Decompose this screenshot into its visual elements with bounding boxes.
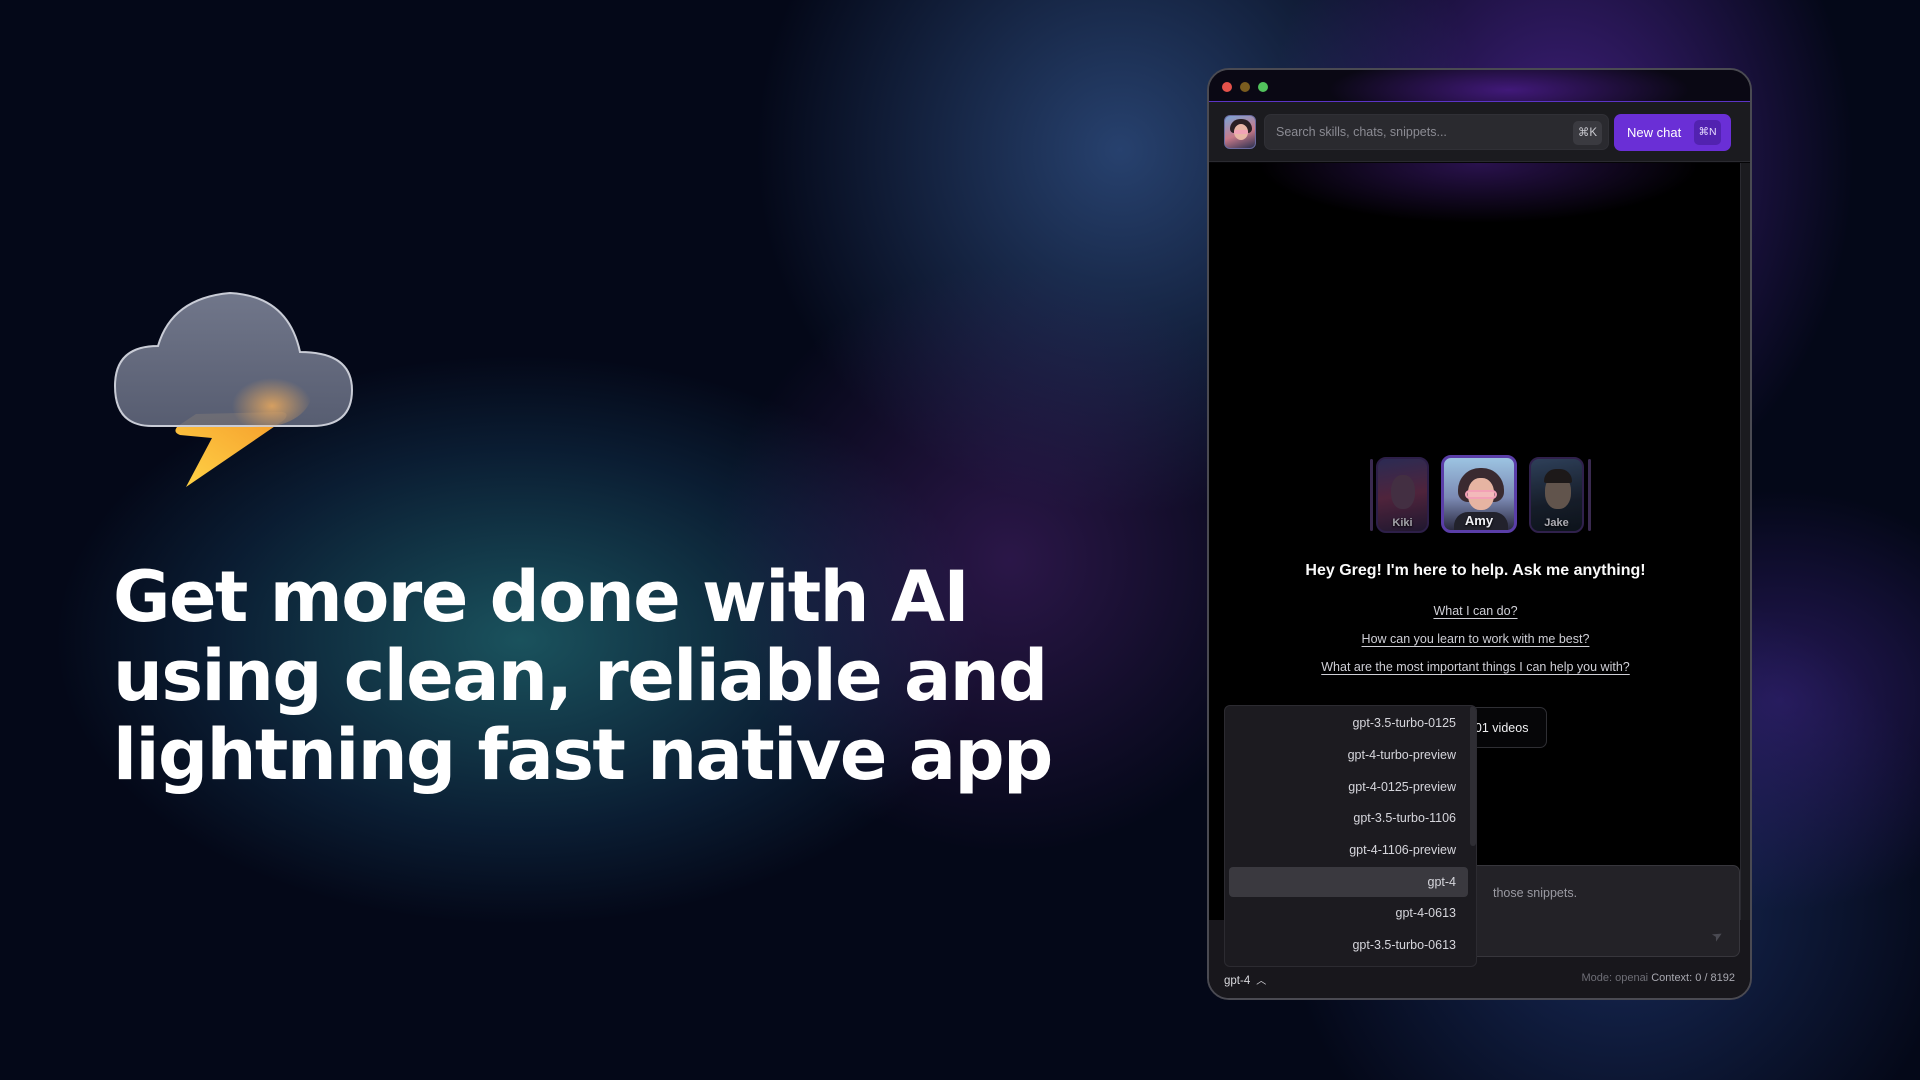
- suggestion-link[interactable]: How can you learn to work with me best?: [1362, 632, 1590, 646]
- suggestion-link[interactable]: What I can do?: [1433, 604, 1517, 618]
- assistant-jake[interactable]: Jake: [1529, 457, 1584, 533]
- assistant-name: Amy: [1464, 513, 1494, 528]
- message-input-text: those snippets.: [1493, 886, 1578, 900]
- headline-line: using clean, reliable and: [113, 635, 1048, 717]
- new-chat-label: New chat: [1627, 125, 1682, 140]
- main-scrollbar[interactable]: [1740, 163, 1750, 920]
- assistant-kiki[interactable]: Kiki: [1376, 457, 1429, 533]
- send-icon[interactable]: ➤: [1709, 926, 1726, 945]
- model-option[interactable]: gpt-4-0613: [1229, 898, 1468, 928]
- suggestion-link[interactable]: What are the most important things I can…: [1321, 660, 1630, 674]
- assistant-carousel: Kiki Amy Jake: [1209, 455, 1742, 535]
- maximize-window-button[interactable]: [1258, 82, 1268, 92]
- status-readout: Mode: openai Context: 0 / 8192: [1581, 972, 1735, 984]
- model-option[interactable]: gpt-4-0125-preview: [1229, 772, 1468, 802]
- search-input[interactable]: Search skills, chats, snippets... ⌘K: [1264, 114, 1609, 150]
- assistant-peek[interactable]: [1370, 459, 1373, 531]
- mode-value: openai: [1615, 972, 1649, 984]
- context-label: Context:: [1651, 972, 1693, 984]
- assistant-name: Jake: [1544, 517, 1569, 529]
- dropdown-scrollbar[interactable]: [1470, 706, 1476, 846]
- minimize-window-button[interactable]: [1240, 82, 1250, 92]
- close-window-button[interactable]: [1222, 82, 1232, 92]
- search-shortcut-badge: ⌘K: [1573, 121, 1602, 145]
- model-option[interactable]: gpt-3.5-turbo-0125: [1229, 708, 1468, 738]
- app-header: Search skills, chats, snippets... ⌘K New…: [1209, 102, 1750, 162]
- new-chat-button[interactable]: New chat ⌘N: [1614, 114, 1731, 151]
- new-chat-shortcut-badge: ⌘N: [1694, 120, 1721, 145]
- chevron-up-icon: ︿: [1256, 976, 1267, 987]
- model-option-selected[interactable]: gpt-4: [1229, 867, 1468, 897]
- context-value: 0 / 8192: [1695, 972, 1735, 984]
- title-bar: [1209, 70, 1750, 102]
- model-dropdown-menu: gpt-3.5-turbo-0125 gpt-4-turbo-preview g…: [1224, 705, 1477, 967]
- model-selector[interactable]: gpt-4 ︿: [1224, 972, 1266, 987]
- search-placeholder: Search skills, chats, snippets...: [1276, 125, 1447, 139]
- model-option[interactable]: gpt-3.5-turbo-1106: [1229, 803, 1468, 833]
- app-window: Search skills, chats, snippets... ⌘K New…: [1207, 68, 1752, 1000]
- model-selector-label: gpt-4: [1224, 975, 1251, 987]
- model-option[interactable]: gpt-4-turbo-preview: [1229, 740, 1468, 770]
- user-avatar[interactable]: [1224, 115, 1256, 149]
- model-option[interactable]: gpt-3.5-turbo-0613: [1229, 930, 1468, 960]
- model-option[interactable]: gpt-4-1106-preview: [1229, 835, 1468, 865]
- hero-headline: Get more done with AI using clean, relia…: [113, 556, 1053, 796]
- headline-line: Get more done with AI: [113, 556, 970, 638]
- greeting-text: Hey Greg! I'm here to help. Ask me anyth…: [1305, 562, 1646, 579]
- mode-label: Mode:: [1581, 972, 1613, 984]
- assistant-name: Kiki: [1392, 517, 1413, 529]
- assistant-peek[interactable]: [1588, 459, 1591, 531]
- assistant-amy[interactable]: Amy: [1441, 455, 1517, 533]
- headline-line: lightning fast native app: [113, 714, 1053, 796]
- cloud-lightning-icon: [113, 291, 354, 487]
